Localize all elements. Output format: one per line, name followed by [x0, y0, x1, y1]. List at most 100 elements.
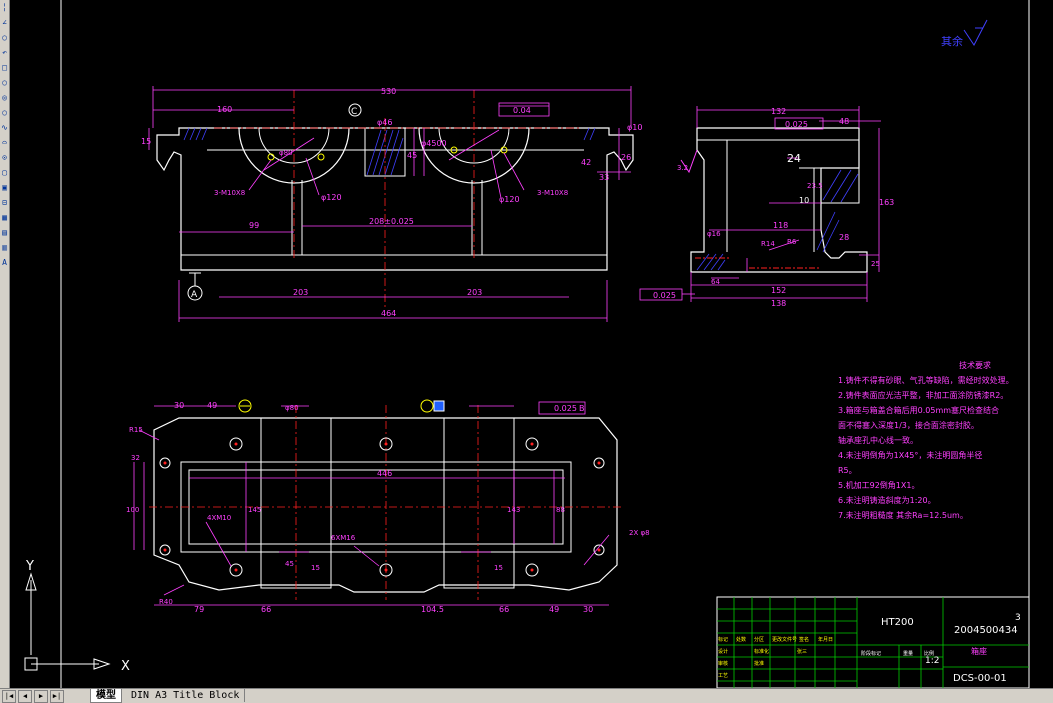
drawing-canvas[interactable]: 其余 530 160 15 0.04 φ10 C φ46 45 φ4500 φ8… [9, 0, 1053, 689]
ellipse-tool-icon[interactable]: ○ [0, 106, 9, 120]
top-dim-30b: 30 [583, 605, 593, 614]
top-dim-143: 143 [507, 506, 520, 514]
top-dim-d80: φ80 [285, 404, 299, 412]
note-line-10: 7.未注明粗糙度 其余Ra=12.5um。 [838, 510, 968, 520]
mtext-tool-icon[interactable]: A [0, 256, 9, 270]
side-dim-r6: R6 [787, 238, 797, 246]
side-rough-32: 3.2 [677, 164, 688, 172]
dim-26: 26 [621, 153, 631, 162]
side-dim-138: 138 [771, 299, 786, 308]
prev-tab-button[interactable]: ◀ [18, 690, 32, 703]
arc-tool-icon[interactable]: ↶ [0, 46, 9, 60]
next-tab-button[interactable]: ▶ [34, 690, 48, 703]
ucs-x-label: X [121, 659, 130, 674]
ucs-y-label: Y [25, 559, 34, 574]
top-dim-66b: 66 [499, 605, 509, 614]
polygon-tool-icon[interactable]: ○ [0, 76, 9, 90]
dim-overall: 530 [381, 87, 396, 96]
datum-c: C [351, 107, 357, 117]
notes-heading: 技术要求 [959, 360, 991, 370]
top-dim-30: 30 [174, 401, 184, 410]
insert-block-icon[interactable]: ⊙ [0, 151, 9, 165]
top-dim-2xd: 2X φ8 [629, 529, 650, 537]
line-tool-icon[interactable]: ╎ [0, 1, 9, 15]
side-dim-25: 25 [871, 260, 880, 268]
side-dim-10: 10 [799, 196, 809, 205]
dim-d120-right: φ120 [499, 195, 520, 204]
title-scale: 1:2 [925, 656, 939, 666]
tb-col-3: 比例 [924, 650, 934, 657]
grip-square[interactable] [433, 400, 445, 412]
side-dim-d16: φ16 [707, 230, 721, 238]
top-dim-49: 49 [207, 401, 217, 410]
layout-tab-bar: |◀ ◀ ▶ ▶| 模型 DIN A3 Title Block [0, 688, 1053, 703]
top-dim-r40: R40 [159, 598, 173, 606]
dim-42: 42 [581, 158, 591, 167]
dim-203-right: 203 [467, 288, 482, 297]
top-dim-par: 0.025 [554, 404, 577, 413]
top-dim-32: 32 [131, 454, 140, 462]
hole-right: 3-M10X8 [537, 189, 568, 197]
tb-label-3: 分区 [754, 636, 764, 643]
title-number: 2004500434 [954, 625, 1018, 636]
title-drawing-code: DCS-00-01 [953, 673, 1007, 684]
top-dim-145: 145 [248, 506, 261, 514]
note-line-2: 2.铸件表面应光洁平整，非加工面涂防锈漆R2。 [838, 390, 1008, 400]
dim-208: 208±0.025 [369, 217, 414, 226]
side-view: 132 0.025 48 24 10 23.5 163 118 R14 R6 2… [639, 106, 894, 308]
datum-a: A [191, 290, 198, 300]
table-tool-icon[interactable]: ▥ [0, 241, 9, 255]
dim-flatness: 0.04 [513, 106, 531, 115]
dim-33: 33 [599, 173, 609, 182]
note-line-4: 面不得塞入深度1/3，接合面涂密封胶。 [838, 420, 979, 430]
note-line-9: 6.未注明铸造斜度为1:20。 [838, 495, 936, 505]
top-dim-r15: R15 [129, 426, 143, 434]
top-dim-15b: 15 [494, 564, 503, 572]
side-dim-163: 163 [879, 198, 894, 207]
polyline-tool-icon[interactable]: ∠ [0, 16, 9, 30]
dim-464: 464 [381, 309, 396, 318]
spline-tool-icon[interactable]: ∿ [0, 121, 9, 135]
roughness-symbol: 其余 [941, 19, 988, 48]
dim-99: 99 [249, 221, 259, 230]
note-line-5: 轴承座孔中心线一致。 [838, 435, 918, 445]
dim-d80: φ80 [279, 149, 293, 157]
dim-203-left: 203 [293, 288, 308, 297]
hole-left: 3-M10X8 [214, 189, 245, 197]
tb-label-8: 审核 [718, 660, 728, 667]
point-tool-icon[interactable]: ▣ [0, 181, 9, 195]
side-dim-flat: 0.025 [653, 291, 676, 300]
rectangle-tool-icon[interactable]: □ [0, 61, 9, 75]
front-view: 530 160 15 0.04 φ10 C φ46 45 φ4500 φ80 3… [141, 86, 642, 322]
side-dim-r14: R14 [761, 240, 775, 248]
make-block-icon[interactable]: ▢ [0, 166, 9, 180]
note-line-8: 5.机加工92倒角1X1。 [838, 480, 919, 490]
last-tab-button[interactable]: ▶| [50, 690, 64, 703]
dim-d4500: φ4500 [421, 139, 447, 148]
top-dim-45: 45 [285, 560, 294, 568]
donut-tool-icon[interactable]: ◎ [0, 91, 9, 105]
first-tab-button[interactable]: |◀ [2, 690, 16, 703]
top-view: 30 49 φ80 0.025 B R15 32 100 446 145 4XM… [126, 399, 650, 614]
side-dim-64: 64 [711, 278, 720, 286]
tb-label-7: 设计 [718, 648, 728, 655]
region-tool-icon[interactable]: ▤ [0, 226, 9, 240]
title-part-name: 箱座 [971, 646, 987, 656]
tb-label-9: 工艺 [718, 673, 728, 679]
drawing-svg[interactable]: 其余 530 160 15 0.04 φ10 C φ46 45 φ4500 φ8… [9, 0, 1053, 689]
gradient-tool-icon[interactable]: ▦ [0, 211, 9, 225]
tb-col-2: 重量 [903, 650, 913, 657]
tb-label-11: 批准 [754, 660, 764, 667]
title-block: HT200 2004500434 3 箱座 1:2 DCS-00-01 标记 处… [716, 596, 1030, 689]
tb-label-4: 更改文件号 [772, 636, 797, 643]
ellipse-arc-tool-icon[interactable]: ⌓ [0, 136, 9, 150]
tb-sign: 张三 [797, 648, 807, 655]
dim-d10: φ10 [627, 123, 642, 132]
note-line-6: 4.未注明倒角为1X45°，未注明圆角半径 [838, 450, 982, 460]
circle-tool-icon[interactable]: ○ [0, 31, 9, 45]
hatch-tool-icon[interactable]: ⊟ [0, 196, 9, 210]
top-dim-446: 446 [377, 469, 392, 478]
tab-model[interactable]: 模型 [90, 689, 122, 703]
tab-layout-din-a3[interactable]: DIN A3 Title Block [126, 689, 246, 702]
title-material: HT200 [881, 617, 914, 628]
